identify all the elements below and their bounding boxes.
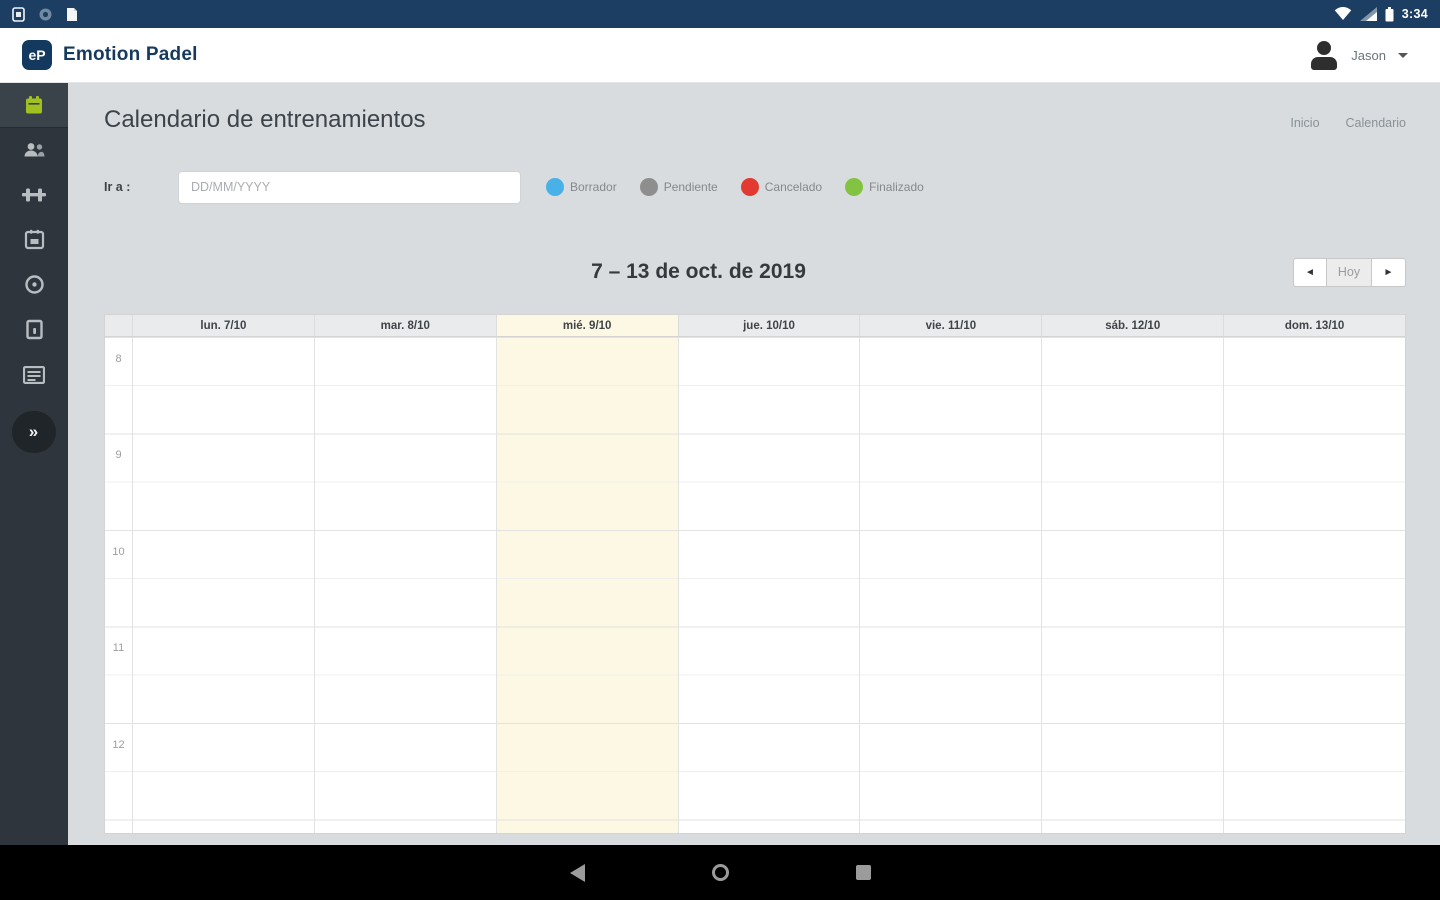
app-header: eP Emotion Padel Jason [0, 28, 1440, 83]
back-button[interactable] [506, 863, 649, 882]
system-status-icons: 3:34 [1334, 6, 1428, 22]
home-icon [711, 864, 729, 881]
hour-label-12: 12 [112, 739, 125, 751]
sidebar-item-users[interactable] [0, 127, 68, 172]
legend-item-finalizado: Finalizado [845, 178, 924, 196]
goto-date-input[interactable] [178, 170, 521, 204]
legend-label: Cancelado [764, 180, 823, 194]
sidebar-nav: » [0, 83, 68, 845]
next-week-button[interactable]: ► [1372, 257, 1406, 287]
day-column-sab[interactable] [1041, 337, 1224, 833]
today-button[interactable]: Hoy [1327, 257, 1372, 287]
sidebar-item-schedule[interactable] [0, 217, 68, 262]
breadcrumb-inicio[interactable]: Inicio [1290, 116, 1319, 130]
main-content: Calendario de entrenamientos Inicio Cale… [68, 83, 1440, 845]
page-title: Calendario de entrenamientos [104, 106, 426, 133]
filter-toolbar: Ir a : Borrador Pendiente Cancelado Fina… [68, 170, 1440, 204]
screenshot-icon [12, 6, 25, 22]
day-header-sab: sáb. 12/10 [1041, 315, 1223, 336]
legend-item-borrador: Borrador [546, 178, 617, 196]
calendar-day-header-row: lun. 7/10 mar. 8/10 mié. 9/10 jue. 10/10… [105, 315, 1405, 337]
day-column-vie[interactable] [859, 337, 1042, 833]
time-axis: 8 9 10 11 12 [105, 337, 132, 833]
sidebar-collapse-button[interactable]: » [12, 411, 56, 453]
status-time: 3:34 [1401, 7, 1428, 21]
day-header-lun: lun. 7/10 [132, 315, 314, 336]
day-header-jue: jue. 10/10 [677, 315, 860, 336]
pendiente-dot-icon [639, 178, 658, 196]
battery-icon [1385, 6, 1394, 21]
hour-label-10: 10 [112, 546, 125, 558]
legend-label: Finalizado [869, 180, 924, 194]
calendar-toolbar: 7 – 13 de oct. de 2019 ◄ Hoy ► [104, 256, 1406, 288]
day-column-dom[interactable] [1223, 337, 1405, 833]
ball-icon [24, 275, 44, 294]
user-menu[interactable]: Jason [1309, 40, 1420, 70]
legend-label: Borrador [570, 180, 617, 194]
sidebar-item-trainings[interactable] [0, 172, 68, 217]
calendar-header-gutter [105, 315, 132, 336]
hour-label-8: 8 [115, 353, 122, 365]
schedule-icon [24, 229, 44, 250]
sidebar-item-matches[interactable] [0, 262, 68, 307]
chevron-down-icon [1398, 52, 1408, 58]
finalizado-dot-icon [845, 178, 864, 196]
home-button[interactable] [649, 864, 792, 881]
hour-label-9: 9 [115, 449, 122, 461]
recents-icon [855, 865, 871, 880]
notification-icons [12, 6, 78, 22]
sidebar-item-calendar[interactable] [0, 83, 68, 127]
day-header-mar: mar. 8/10 [313, 315, 496, 336]
sidebar-item-bookings[interactable] [0, 307, 68, 352]
status-legend: Borrador Pendiente Cancelado Finalizado [546, 178, 947, 196]
breadcrumb: Inicio Calendario [1290, 110, 1406, 130]
prev-week-button[interactable]: ◄ [1293, 257, 1327, 287]
sidebar-item-reports[interactable] [0, 352, 68, 397]
legend-item-pendiente: Pendiente [639, 178, 718, 196]
app-title: Emotion Padel [63, 44, 198, 65]
day-column-mar[interactable] [313, 337, 496, 833]
day-header-mie-today: mié. 9/10 [495, 315, 678, 336]
calendar-nav: ◄ Hoy ► [1293, 257, 1406, 287]
android-nav-bar [0, 845, 1440, 900]
vpn-circle-icon [39, 8, 52, 20]
brand[interactable]: eP Emotion Padel [22, 40, 198, 70]
user-name: Jason [1351, 47, 1386, 63]
goto-date-label: Ir a : [104, 180, 131, 194]
day-column-mie-today[interactable] [495, 337, 678, 833]
file-icon [67, 7, 77, 21]
borrador-dot-icon [546, 178, 564, 196]
chevrons-right-icon: » [28, 422, 40, 441]
table-icon [23, 365, 45, 384]
door-icon [25, 319, 43, 340]
day-column-lun[interactable] [132, 337, 314, 833]
wifi-icon [1334, 7, 1351, 20]
calendar-grid: 8 9 10 11 12 [105, 337, 1405, 833]
breadcrumb-calendario: Calendario [1345, 116, 1406, 130]
cellular-signal-icon [1359, 7, 1377, 21]
dumbbell-icon [22, 188, 46, 201]
recents-button[interactable] [792, 865, 935, 880]
legend-label: Pendiente [663, 180, 718, 194]
back-icon [569, 863, 585, 882]
calendar-icon [26, 96, 42, 114]
user-avatar-icon [1309, 40, 1339, 70]
day-header-dom: dom. 13/10 [1223, 315, 1405, 336]
legend-item-cancelado: Cancelado [740, 178, 823, 196]
day-header-vie: vie. 11/10 [859, 315, 1041, 336]
day-column-jue[interactable] [677, 337, 860, 833]
week-calendar: lun. 7/10 mar. 8/10 mié. 9/10 jue. 10/10… [104, 314, 1406, 834]
android-status-bar: 3:34 [0, 0, 1440, 28]
cancelado-dot-icon [740, 178, 759, 196]
calendar-week-title: 7 – 13 de oct. de 2019 [591, 260, 806, 283]
hour-label-11: 11 [112, 642, 125, 654]
app-logo-icon: eP [22, 40, 52, 70]
users-icon [24, 142, 45, 156]
